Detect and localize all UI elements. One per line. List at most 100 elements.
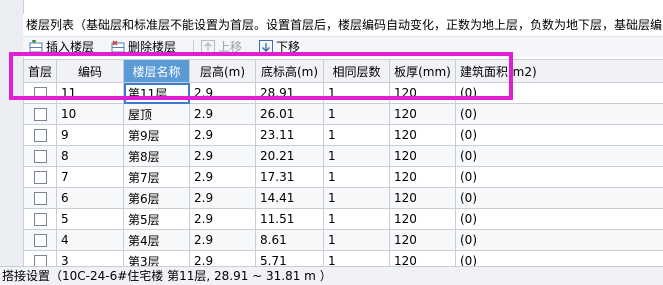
cell-same[interactable]: 1 [324, 125, 390, 146]
table-row[interactable]: 6第6层2.914.411120(0) [24, 188, 663, 209]
cell-name[interactable]: 第5层 [124, 209, 190, 230]
first-floor-cell[interactable] [24, 167, 57, 188]
cell-base[interactable]: 20.21 [256, 146, 324, 167]
table-row[interactable]: 7第7层2.917.311120(0) [24, 167, 663, 188]
cell-area[interactable]: (0) [456, 83, 663, 104]
first-floor-cell[interactable] [24, 188, 57, 209]
cell-area[interactable]: (0) [456, 125, 663, 146]
first-floor-cell[interactable] [24, 230, 57, 251]
cell-base[interactable]: 11.51 [256, 209, 324, 230]
cell-base[interactable]: 26.01 [256, 104, 324, 125]
cell-height[interactable]: 2.9 [190, 167, 256, 188]
first-floor-checkbox[interactable] [34, 129, 47, 142]
cell-height[interactable]: 2.9 [190, 146, 256, 167]
table-row[interactable]: 9第9层2.923.111120(0) [24, 125, 663, 146]
cell-thick[interactable]: 120 [390, 104, 456, 125]
delete-row-icon [111, 40, 125, 54]
cell-name[interactable]: 第7层 [124, 167, 190, 188]
table-row[interactable]: 5第5层2.911.511120(0) [24, 209, 663, 230]
cell-same[interactable]: 1 [324, 104, 390, 125]
cell-code[interactable]: 11 [57, 83, 124, 104]
cell-same[interactable]: 1 [324, 146, 390, 167]
cell-thick[interactable]: 120 [390, 230, 456, 251]
column-header-floor-height[interactable]: 层高(m) [190, 60, 256, 83]
cell-code[interactable]: 9 [57, 125, 124, 146]
cell-thick[interactable]: 120 [390, 167, 456, 188]
first-floor-cell[interactable] [24, 146, 57, 167]
insert-floor-label: 插入楼层 [46, 37, 94, 57]
cell-area[interactable]: (0) [456, 230, 663, 251]
insert-floor-button[interactable]: 插入楼层 [29, 37, 94, 57]
column-header-base-elevation[interactable]: 底标高(m) [256, 60, 324, 83]
cell-thick[interactable]: 120 [390, 125, 456, 146]
cell-same[interactable]: 1 [324, 209, 390, 230]
cell-code[interactable]: 4 [57, 230, 124, 251]
cell-thick[interactable]: 120 [390, 146, 456, 167]
cell-name[interactable]: 第6层 [124, 188, 190, 209]
cell-height[interactable]: 2.9 [190, 230, 256, 251]
move-up-label: 上移 [218, 37, 242, 57]
delete-floor-button[interactable]: 删除楼层 [111, 37, 176, 57]
table-row[interactable]: 10屋顶2.926.011120(0) [24, 104, 663, 125]
table-row[interactable]: 4第4层2.98.611120(0) [24, 230, 663, 251]
cell-same[interactable]: 1 [324, 167, 390, 188]
table-row[interactable]: 8第8层2.920.211120(0) [24, 146, 663, 167]
cell-name[interactable]: 第4层 [124, 230, 190, 251]
cell-same[interactable]: 1 [324, 83, 390, 104]
cell-area[interactable]: (0) [456, 146, 663, 167]
first-floor-checkbox[interactable] [34, 171, 47, 184]
first-floor-checkbox[interactable] [34, 192, 47, 205]
first-floor-checkbox[interactable] [34, 150, 47, 163]
cell-code[interactable]: 7 [57, 167, 124, 188]
first-floor-cell[interactable] [24, 125, 57, 146]
cell-height[interactable]: 2.9 [190, 83, 256, 104]
cell-same[interactable]: 1 [324, 230, 390, 251]
cell-height[interactable]: 2.9 [190, 104, 256, 125]
column-header-building-area[interactable]: 建筑面积(m2) [456, 60, 663, 83]
column-header-first-floor[interactable]: 首层 [24, 60, 57, 83]
cell-code[interactable]: 5 [57, 209, 124, 230]
cell-height[interactable]: 2.9 [190, 125, 256, 146]
floor-table: 首层 编码 楼层名称 层高(m) 底标高(m) 相同层数 板厚(mm) 建筑面积… [23, 59, 663, 272]
first-floor-checkbox[interactable] [34, 213, 47, 226]
cell-code[interactable]: 10 [57, 104, 124, 125]
column-header-code[interactable]: 编码 [57, 60, 124, 83]
first-floor-checkbox[interactable] [34, 108, 47, 121]
floor-toolbar: 插入楼层 删除楼层 上移 下移 [23, 36, 663, 57]
first-floor-cell[interactable] [24, 209, 57, 230]
cell-thick[interactable]: 120 [390, 83, 456, 104]
first-floor-cell[interactable] [24, 83, 57, 104]
cell-code[interactable]: 6 [57, 188, 124, 209]
first-floor-cell[interactable] [24, 104, 57, 125]
cell-thick[interactable]: 120 [390, 209, 456, 230]
cell-area[interactable]: (0) [456, 167, 663, 188]
arrow-down-icon [259, 40, 273, 54]
move-down-label: 下移 [276, 37, 300, 57]
cell-name[interactable]: 第11层 [124, 83, 190, 104]
cell-height[interactable]: 2.9 [190, 188, 256, 209]
cell-base[interactable]: 28.91 [256, 83, 324, 104]
cell-area[interactable]: (0) [456, 104, 663, 125]
cell-base[interactable]: 17.31 [256, 167, 324, 188]
cell-base[interactable]: 23.11 [256, 125, 324, 146]
cell-base[interactable]: 14.41 [256, 188, 324, 209]
move-down-button[interactable]: 下移 [259, 37, 300, 57]
cell-thick[interactable]: 120 [390, 188, 456, 209]
column-header-floor-name[interactable]: 楼层名称 [124, 60, 190, 83]
cell-area[interactable]: (0) [456, 209, 663, 230]
cell-name[interactable]: 第8层 [124, 146, 190, 167]
move-up-button[interactable]: 上移 [201, 37, 242, 57]
column-header-slab-thickness[interactable]: 板厚(mm) [390, 60, 456, 83]
cell-code[interactable]: 8 [57, 146, 124, 167]
toolbar-separator [193, 40, 194, 54]
cell-same[interactable]: 1 [324, 188, 390, 209]
table-row[interactable]: 11第11层2.928.911120(0) [24, 83, 663, 104]
first-floor-checkbox[interactable] [34, 234, 47, 247]
cell-name[interactable]: 第9层 [124, 125, 190, 146]
column-header-same-floors[interactable]: 相同层数 [324, 60, 390, 83]
cell-area[interactable]: (0) [456, 188, 663, 209]
cell-base[interactable]: 8.61 [256, 230, 324, 251]
cell-name[interactable]: 屋顶 [124, 104, 190, 125]
cell-height[interactable]: 2.9 [190, 209, 256, 230]
first-floor-checkbox[interactable] [34, 87, 47, 100]
